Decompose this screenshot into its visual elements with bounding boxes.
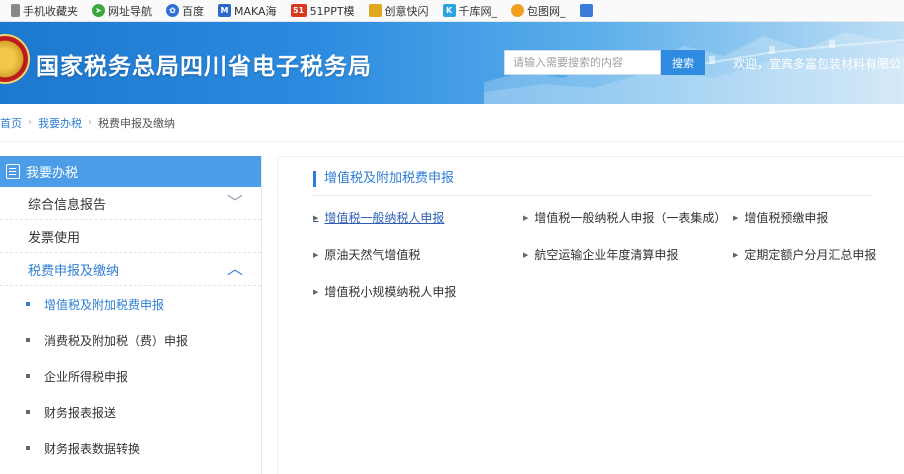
sidebar-subitem-label: 增值税及附加税费申报 [44, 297, 165, 312]
bookmark-maka[interactable]: M MAKA海 [213, 2, 282, 20]
link-label: 增值税小规模纳税人申报 [324, 285, 457, 299]
maka-icon: M [218, 4, 231, 17]
site-banner: 国家税务总局四川省电子税务局 搜索 欢迎，宜宾多富包装材料有限公 [0, 22, 904, 104]
triangle-bullet-icon: ▶ [523, 213, 529, 222]
link-label: 增值税预缴申报 [744, 211, 829, 225]
phone-icon [11, 4, 20, 17]
sidebar-item-invoice-use[interactable]: 发票使用 [0, 220, 261, 253]
bookmark-label: 百度 [182, 4, 204, 18]
sidebar-item-tax-filing[interactable]: 税费申报及缴纳 ︿ [0, 253, 261, 286]
sidebar-item-label: 税费申报及缴纳 [28, 263, 120, 279]
link-label: 增值税一般纳税人申报 [324, 211, 445, 225]
sidebar-item-label: 发票使用 [28, 230, 81, 246]
link-label: 航空运输企业年度清算申报 [534, 248, 679, 262]
bullet-icon [26, 302, 30, 306]
sidebar-subitem-label: 企业所得税申报 [44, 369, 129, 384]
tax-emblem-icon [0, 34, 30, 84]
bullet-icon [26, 410, 30, 414]
bookmark-qianku[interactable]: K 千库网_ [438, 2, 503, 20]
search-input[interactable] [504, 50, 661, 75]
sidebar-subitem-consumption-tax[interactable]: 消费税及附加税（费）申报 [0, 322, 261, 358]
link-vat-general-integrated[interactable]: ▶ 增值税一般纳税人申报（一表集成） [523, 209, 726, 226]
triangle-bullet-icon: ▶ [313, 287, 319, 296]
sidebar-subitem-corporate-income-tax[interactable]: 企业所得税申报 [0, 358, 261, 394]
triangle-bullet-icon: ▶ [733, 250, 739, 259]
sidebar-header: 我要办税 [0, 156, 261, 187]
link-label: 增值税一般纳税人申报（一表集成） [534, 211, 727, 225]
link-label: 原油天然气增值税 [324, 248, 421, 262]
bullet-icon [26, 374, 30, 378]
bookmark-baidu[interactable]: ✿ 百度 [161, 2, 209, 20]
document-icon [6, 164, 20, 179]
triangle-bullet-icon: ▶ [733, 213, 739, 222]
sidebar-subitem-label: 财务报表数据转换 [44, 441, 141, 456]
bookmark-creative[interactable]: 创意快闪 [364, 2, 434, 20]
bookmark-label: 网址导航 [108, 4, 152, 18]
bookmark-label: 51PPT模 [309, 4, 355, 18]
baotu-icon [511, 4, 525, 17]
breadcrumb-tax-handling[interactable]: 我要办税 [32, 115, 88, 131]
link-vat-small-scale[interactable]: ▶ 增值税小规模纳税人申报 [313, 283, 456, 300]
bookmark-51ppt[interactable]: 51 51PPT模 [286, 2, 360, 20]
sidebar-subitem-label: 财务报表报送 [44, 405, 117, 420]
compass-icon: ➤ [92, 4, 105, 17]
sidebar-item-info-report[interactable]: 综合信息报告 ﹀ [0, 187, 261, 220]
bookmark-label: 包图网_ [527, 4, 566, 18]
section-title: 增值税及附加税费申报 [313, 171, 454, 187]
welcome-message: 欢迎，宜宾多富包装材料有限公 [733, 57, 902, 71]
sidebar-subitem-report-conversion[interactable]: 财务报表数据转换 [0, 430, 261, 466]
link-aviation-annual-settlement[interactable]: ▶ 航空运输企业年度清算申报 [523, 246, 678, 263]
51ppt-icon: 51 [290, 4, 307, 17]
bookmark-image[interactable] [575, 2, 598, 20]
sidebar-subitem-financial-report[interactable]: 财务报表报送 [0, 394, 261, 430]
bullet-icon [26, 446, 30, 450]
bookmark-label: 创意快闪 [384, 4, 429, 18]
link-crude-oil-gas-vat[interactable]: ▶ 原油天然气增值税 [313, 246, 420, 263]
bullet-icon [26, 338, 30, 342]
link-vat-general-filing[interactable]: ▶ 增值税一般纳税人申报 [313, 209, 444, 226]
sidebar: 我要办税 综合信息报告 ﹀ 发票使用 税费申报及缴纳 ︿ 增值税及附加税费申报 … [0, 156, 262, 474]
breadcrumb-current: 税费申报及缴纳 [98, 116, 175, 130]
sidebar-subitem-vat-filing[interactable]: 增值税及附加税费申报 [0, 286, 261, 322]
baidu-paw-icon: ✿ [166, 4, 179, 17]
bookmark-baotu[interactable]: 包图网_ [506, 2, 571, 20]
bookmarks-bar: 手机收藏夹 ➤ 网址导航 ✿ 百度 M MAKA海 51 51PPT模 创意快闪… [0, 0, 904, 22]
chevron-up-icon: ︿ [226, 259, 243, 278]
sidebar-item-label: 综合信息报告 [28, 197, 107, 213]
link-vat-prepayment[interactable]: ▶ 增值税预缴申报 [733, 209, 828, 226]
triangle-bullet-icon: ▶ [313, 250, 319, 259]
sidebar-subitem-label: 消费税及附加税（费）申报 [44, 333, 189, 348]
qianku-icon: K [442, 4, 456, 17]
bookmark-label: MAKA海 [234, 4, 277, 18]
link-fixed-quota-monthly[interactable]: ▶ 定期定额户分月汇总申报 [733, 246, 876, 263]
bookmark-nav[interactable]: ➤ 网址导航 [87, 2, 157, 20]
chevron-down-icon: ﹀ [226, 193, 243, 212]
breadcrumb-home[interactable]: 首页 [0, 115, 28, 131]
main-panel: 增值税及附加税费申报 ▶ 增值税一般纳税人申报 ▶ 增值税一般纳税人申报（一表集… [277, 156, 904, 474]
sidebar-header-label: 我要办税 [26, 166, 79, 181]
bookmark-label: 千库网_ [458, 4, 498, 18]
site-title: 国家税务总局四川省电子税务局 [36, 53, 372, 80]
folder-icon [368, 4, 382, 17]
breadcrumb: 首页 › 我要办税 › 税费申报及缴纳 [0, 104, 904, 142]
image-bookmark-icon [579, 4, 593, 17]
triangle-bullet-icon: ▶ [313, 213, 319, 222]
bookmark-label: 手机收藏夹 [23, 4, 78, 18]
bookmark-phone-favorites[interactable]: 手机收藏夹 [6, 2, 83, 20]
search-button[interactable]: 搜索 [661, 50, 705, 75]
triangle-bullet-icon: ▶ [523, 250, 529, 259]
section-divider [313, 195, 873, 196]
link-label: 定期定额户分月汇总申报 [744, 248, 877, 262]
